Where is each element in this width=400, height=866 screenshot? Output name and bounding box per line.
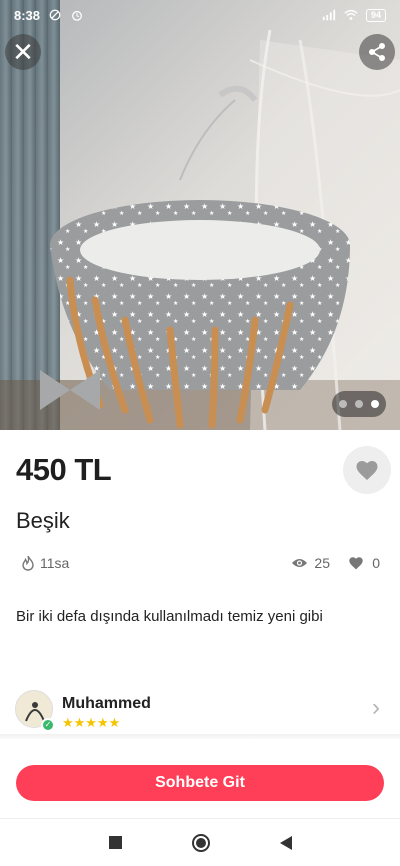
seller-row[interactable]: ✓ Muhammed ★★★★★ › <box>0 688 400 736</box>
heart-small-icon <box>349 557 363 570</box>
heart-icon <box>356 461 378 480</box>
listing-photo-gallery[interactable]: ★ ★ ✕ <box>0 0 400 430</box>
page-dot[interactable] <box>355 400 363 408</box>
signal-icon <box>322 9 336 21</box>
wifi-icon <box>344 9 358 20</box>
back-icon[interactable] <box>279 835 292 850</box>
system-navigation-bar <box>0 818 400 866</box>
listing-meta: 11sa 25 0 <box>16 553 384 577</box>
chevron-right-icon[interactable]: › <box>372 694 380 722</box>
eye-icon <box>292 559 308 567</box>
cradle-photo: ★ ★ <box>40 29 400 430</box>
do-not-disturb-icon <box>49 9 61 21</box>
section-divider <box>0 734 400 739</box>
alarm-icon <box>72 10 82 21</box>
page-dot-active[interactable] <box>371 400 379 408</box>
posted-time: 11sa <box>22 555 69 571</box>
status-time: 8:38 <box>14 7 41 23</box>
close-button[interactable]: ✕ <box>5 34 41 70</box>
battery-icon: 94 <box>365 8 386 22</box>
posted-ago-text: 11sa <box>40 555 70 571</box>
like-count: 0 <box>348 555 380 571</box>
home-icon[interactable] <box>191 833 210 852</box>
share-icon <box>369 43 385 61</box>
favorite-button[interactable] <box>343 446 391 494</box>
status-bar: 8:38 94 <box>0 0 400 30</box>
likes-text: 0 <box>372 555 380 571</box>
views-text: 25 <box>314 555 330 571</box>
listing-description: Bir iki defa dışında kullanılmadı temiz … <box>16 608 323 625</box>
seller-rating-stars: ★★★★★ <box>62 715 121 730</box>
seller-name: Muhammed <box>62 695 151 712</box>
close-icon: ✕ <box>12 37 34 67</box>
verified-badge-icon: ✓ <box>41 718 55 732</box>
share-button[interactable] <box>359 34 395 70</box>
listing-price: 450 TL <box>16 452 112 487</box>
gallery-page-indicator <box>332 391 386 417</box>
flame-icon <box>22 555 34 571</box>
view-count: 25 <box>291 555 330 571</box>
recent-apps-icon[interactable] <box>108 836 122 849</box>
listing-title: Beşik <box>16 508 70 533</box>
start-chat-button[interactable]: Sohbete Git <box>16 765 384 801</box>
page-dot[interactable] <box>339 400 347 408</box>
